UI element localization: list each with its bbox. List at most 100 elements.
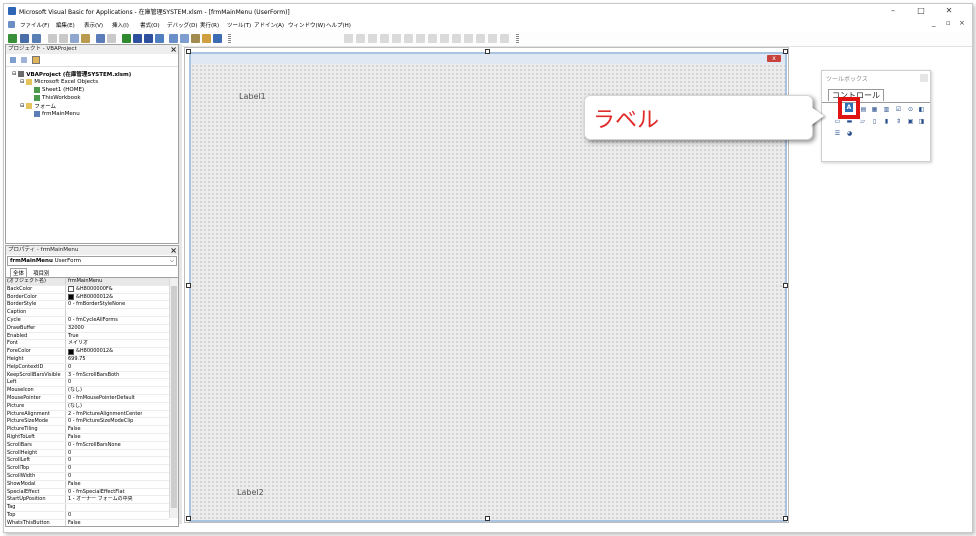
spinbutton-tool-icon[interactable]: ⇕ xyxy=(895,118,902,125)
property-row[interactable]: PictureTiling False xyxy=(6,426,169,434)
property-value[interactable]: 0 xyxy=(66,465,71,472)
excel-view-icon[interactable] xyxy=(8,34,17,43)
edit-toolbar-icon-11[interactable] xyxy=(464,34,473,43)
menu-file[interactable]: ファイル(F) xyxy=(20,21,49,29)
optionbutton-tool-icon[interactable]: ⊙ xyxy=(907,106,914,113)
run-icon[interactable] xyxy=(122,34,131,43)
tree-item-vbaproject[interactable]: ⊟ VBAProject (在庫管理SYSTEM.xlsm) xyxy=(12,70,178,78)
property-value[interactable]: (なし) xyxy=(66,403,82,410)
copy-icon[interactable] xyxy=(59,34,68,43)
property-row[interactable]: ShowModal False xyxy=(6,480,169,489)
object-browser-icon[interactable] xyxy=(191,34,200,43)
tab-category[interactable]: 項目別 xyxy=(31,269,52,277)
resize-handle-n[interactable] xyxy=(485,49,490,54)
property-row[interactable]: Cycle 0 - fmCycleAllForms xyxy=(6,316,169,325)
resize-handle-sw[interactable] xyxy=(186,516,191,521)
object-selector-dropdown[interactable]: frmMainMenu UserForm ⌵ xyxy=(7,256,177,266)
property-row[interactable]: StartUpPosition 1 - オーナー フォームの中央 xyxy=(6,496,169,505)
design-mode-icon[interactable] xyxy=(155,34,164,43)
property-value[interactable]: &H80000012& xyxy=(66,348,113,355)
property-row[interactable]: Enabled True xyxy=(6,332,169,341)
menu-format[interactable]: 書式(O) xyxy=(140,21,160,29)
menu-view[interactable]: 表示(V) xyxy=(84,21,103,29)
mdi-minimize-button[interactable]: _ xyxy=(932,19,936,27)
help-icon[interactable] xyxy=(213,34,222,43)
scrollbar-thumb[interactable] xyxy=(171,286,177,508)
property-value[interactable]: 0 xyxy=(66,379,71,386)
property-row[interactable]: (オブジェクト名) frmMainMenu xyxy=(6,278,169,286)
edit-toolbar-icon-14[interactable] xyxy=(500,34,509,43)
property-row[interactable]: PictureAlignment 2 - fmPictureAlignmentCe… xyxy=(6,410,169,419)
view-code-icon[interactable] xyxy=(10,57,16,63)
property-value[interactable]: True xyxy=(66,333,79,340)
property-value[interactable]: (なし) xyxy=(66,387,82,394)
property-value[interactable]: 0 xyxy=(66,364,71,371)
property-row[interactable]: ScrollBars 0 - fmScrollBarsNone xyxy=(6,441,169,450)
property-row[interactable]: ScrollWidth 0 xyxy=(6,472,169,481)
property-row[interactable]: ScrollLeft 0 xyxy=(6,457,169,466)
tabstrip-tool-icon[interactable]: ▱ xyxy=(859,118,866,125)
property-value[interactable]: &H80000012& xyxy=(66,294,113,301)
minimize-button[interactable]: – xyxy=(882,5,904,17)
togglebutton-tool-icon[interactable]: ◧ xyxy=(918,106,925,113)
property-value[interactable]: 32000 xyxy=(66,325,84,332)
undo-icon[interactable] xyxy=(96,34,105,43)
property-row[interactable]: ScrollTop 0 xyxy=(6,465,169,473)
resize-handle-e[interactable] xyxy=(783,283,788,288)
property-value[interactable]: 2 - fmPictureAlignmentCenter xyxy=(66,411,142,418)
menu-edit[interactable]: 編集(E) xyxy=(56,21,75,29)
property-row[interactable]: MousePointer 0 - fmMousePointerDefault xyxy=(6,394,169,403)
tree-item-frmmainmenu[interactable]: frmMainMenu xyxy=(12,110,178,118)
checkbox-tool-icon[interactable]: ☑ xyxy=(895,106,902,113)
property-row[interactable]: Picture (なし) xyxy=(6,402,169,411)
property-row[interactable]: ScrollHeight 0 xyxy=(6,449,169,458)
edit-toolbar-icon-1[interactable] xyxy=(344,34,353,43)
property-value[interactable] xyxy=(66,504,68,511)
property-value[interactable]: frmMainMenu xyxy=(66,278,102,285)
property-row[interactable]: Caption xyxy=(6,309,169,317)
property-value[interactable]: メイリオ xyxy=(66,340,88,347)
resize-handle-nw[interactable] xyxy=(186,49,191,54)
menu-window[interactable]: ウィンドウ(W) xyxy=(288,21,325,29)
edit-toolbar-icon-2[interactable] xyxy=(356,34,365,43)
refedit-tool-icon[interactable]: ◨ xyxy=(918,118,925,125)
find-icon[interactable] xyxy=(81,34,90,43)
property-row[interactable]: MouseIcon (なし) xyxy=(6,387,169,395)
reset-icon[interactable] xyxy=(144,34,153,43)
tree-item-forms-folder[interactable]: ⊟ フォーム xyxy=(12,102,178,110)
property-value[interactable]: False xyxy=(66,434,81,441)
label2-control[interactable]: Label2 xyxy=(237,488,264,497)
property-row[interactable]: ForeColor &H80000012& xyxy=(6,348,169,356)
resize-handle-s[interactable] xyxy=(485,516,490,521)
view-object-icon[interactable] xyxy=(21,57,27,63)
redo-icon[interactable] xyxy=(107,34,116,43)
textbox-tool-icon[interactable]: ▤ xyxy=(860,106,867,113)
mdi-close-button[interactable]: × xyxy=(959,19,965,27)
pane-splitter[interactable] xyxy=(179,44,182,524)
property-value[interactable]: 0 - fmSpecialEffectFlat xyxy=(66,489,125,496)
tree-item-excel-objects[interactable]: ⊟ Microsoft Excel Objects xyxy=(12,78,178,86)
listbox-tool-icon[interactable]: ▥ xyxy=(883,106,890,113)
property-row[interactable]: BorderStyle 0 - fmBorderStyleNone xyxy=(6,301,169,310)
multipage-tool-icon[interactable]: ▯ xyxy=(871,118,878,125)
project-explorer-icon[interactable] xyxy=(169,34,178,43)
menu-tools[interactable]: ツール(T) xyxy=(227,21,251,29)
toolbox-icon[interactable] xyxy=(202,34,211,43)
edit-toolbar-grip[interactable] xyxy=(516,34,519,44)
properties-window-icon[interactable] xyxy=(180,34,189,43)
property-row[interactable]: BorderColor &H80000012& xyxy=(6,293,169,302)
property-value[interactable]: 1 - オーナー フォームの中央 xyxy=(66,496,133,503)
save-icon[interactable] xyxy=(32,34,41,43)
property-value[interactable]: 0 - fmMousePointerDefault xyxy=(66,395,135,402)
toolbar-grip[interactable] xyxy=(228,34,231,44)
property-value[interactable]: 0 - fmPictureSizeModeClip xyxy=(66,418,133,425)
mdi-restore-button[interactable]: ▫ xyxy=(946,19,951,27)
edit-toolbar-icon-6[interactable] xyxy=(404,34,413,43)
close-button[interactable]: ✕ xyxy=(938,5,960,17)
edit-toolbar-icon-9[interactable] xyxy=(440,34,449,43)
property-value[interactable]: False xyxy=(66,426,81,433)
insert-userform-icon[interactable] xyxy=(20,34,29,43)
edit-toolbar-icon-7[interactable] xyxy=(416,34,425,43)
property-row[interactable]: SpecialEffect 0 - fmSpecialEffectFlat xyxy=(6,488,169,497)
userform-close-icon[interactable]: x xyxy=(767,55,781,62)
